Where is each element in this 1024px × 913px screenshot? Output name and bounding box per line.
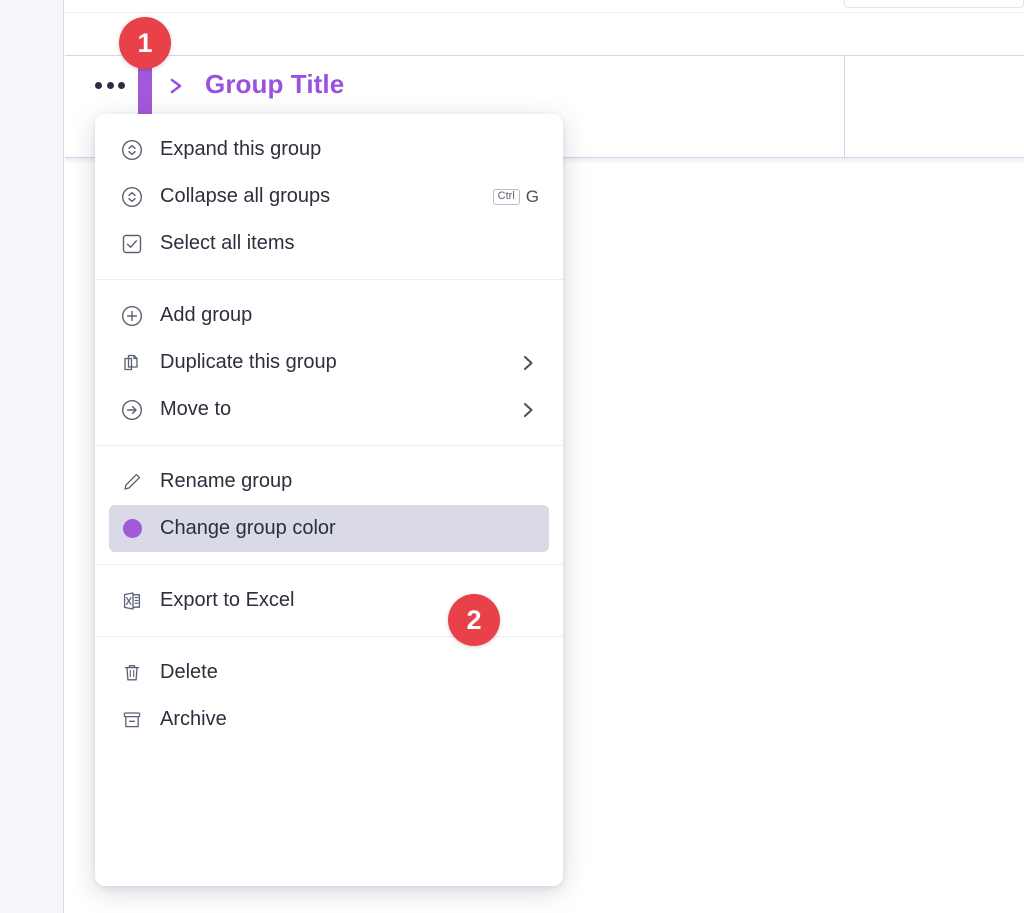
menu-item-archive[interactable]: Archive	[109, 696, 549, 743]
kebab-dot-2	[106, 81, 114, 89]
group-context-menu: Expand this group Collapse all groups Ct…	[95, 114, 563, 886]
checkbox-check-icon	[119, 231, 145, 257]
menu-item-rename-group[interactable]: Rename group	[109, 458, 549, 505]
menu-section-view: Expand this group Collapse all groups Ct…	[95, 114, 563, 279]
board-header-rule	[65, 12, 1024, 13]
board-top-cell-stub	[844, 0, 1024, 8]
menu-item-label: Change group color	[160, 517, 336, 539]
menu-item-label: Export to Excel	[160, 589, 295, 611]
board-cell-divider-1	[844, 56, 845, 157]
kebab-dot-1	[95, 81, 102, 89]
menu-item-label: Add group	[160, 304, 253, 326]
collapse-circle-icon	[119, 184, 145, 210]
left-sidebar-rail	[0, 0, 64, 913]
pencil-icon	[119, 469, 145, 495]
menu-item-label: Rename group	[160, 470, 293, 492]
menu-item-move-to[interactable]: Move to	[109, 386, 549, 433]
duplicate-icon	[119, 350, 145, 376]
menu-item-change-group-color[interactable]: Change group color	[109, 505, 549, 552]
submenu-chevron-icon	[517, 399, 539, 421]
menu-item-add-group[interactable]: Add group	[109, 292, 549, 339]
menu-section-danger: Delete Archive	[95, 636, 563, 755]
menu-item-duplicate-this-group[interactable]: Duplicate this group	[109, 339, 549, 386]
menu-item-label: Select all items	[160, 232, 295, 254]
group-kebab-menu[interactable]	[95, 78, 125, 92]
menu-section-appearance: Rename group Change group color	[95, 445, 563, 564]
kebab-dot-3	[118, 81, 125, 89]
menu-item-shortcut: Ctrl G	[492, 186, 539, 207]
menu-item-delete[interactable]: Delete	[109, 649, 549, 696]
excel-file-icon	[119, 588, 145, 614]
menu-item-label: Collapse all groups	[160, 185, 331, 207]
color-swatch-icon	[119, 516, 145, 542]
menu-item-select-all-items[interactable]: Select all items	[109, 220, 549, 267]
menu-item-label: Delete	[160, 661, 218, 683]
menu-item-label: Expand this group	[160, 138, 322, 160]
menu-item-label: Move to	[160, 398, 232, 420]
submenu-chevron-icon	[517, 352, 539, 374]
menu-item-label: Archive	[160, 708, 227, 730]
app-root: Group Title Expand this group Collapse a…	[0, 0, 1024, 913]
shortcut-modifier-key: Ctrl	[492, 188, 520, 205]
menu-item-collapse-all-groups[interactable]: Collapse all groups Ctrl G	[109, 173, 549, 220]
chevron-right-icon[interactable]	[163, 72, 189, 100]
trash-icon	[119, 660, 145, 686]
plus-circle-icon	[119, 303, 145, 329]
group-title[interactable]: Group Title	[205, 69, 344, 100]
archive-icon	[119, 707, 145, 733]
callout-badge-1: 1	[119, 17, 171, 69]
expand-circle-icon	[119, 137, 145, 163]
arrow-right-circle-icon	[119, 397, 145, 423]
menu-section-structure: Add group Duplicate this group Move to	[95, 279, 563, 445]
menu-item-label: Duplicate this group	[160, 351, 337, 373]
shortcut-letter: G	[525, 186, 539, 206]
callout-badge-2: 2	[448, 594, 500, 646]
menu-item-expand-this-group[interactable]: Expand this group	[109, 126, 549, 173]
